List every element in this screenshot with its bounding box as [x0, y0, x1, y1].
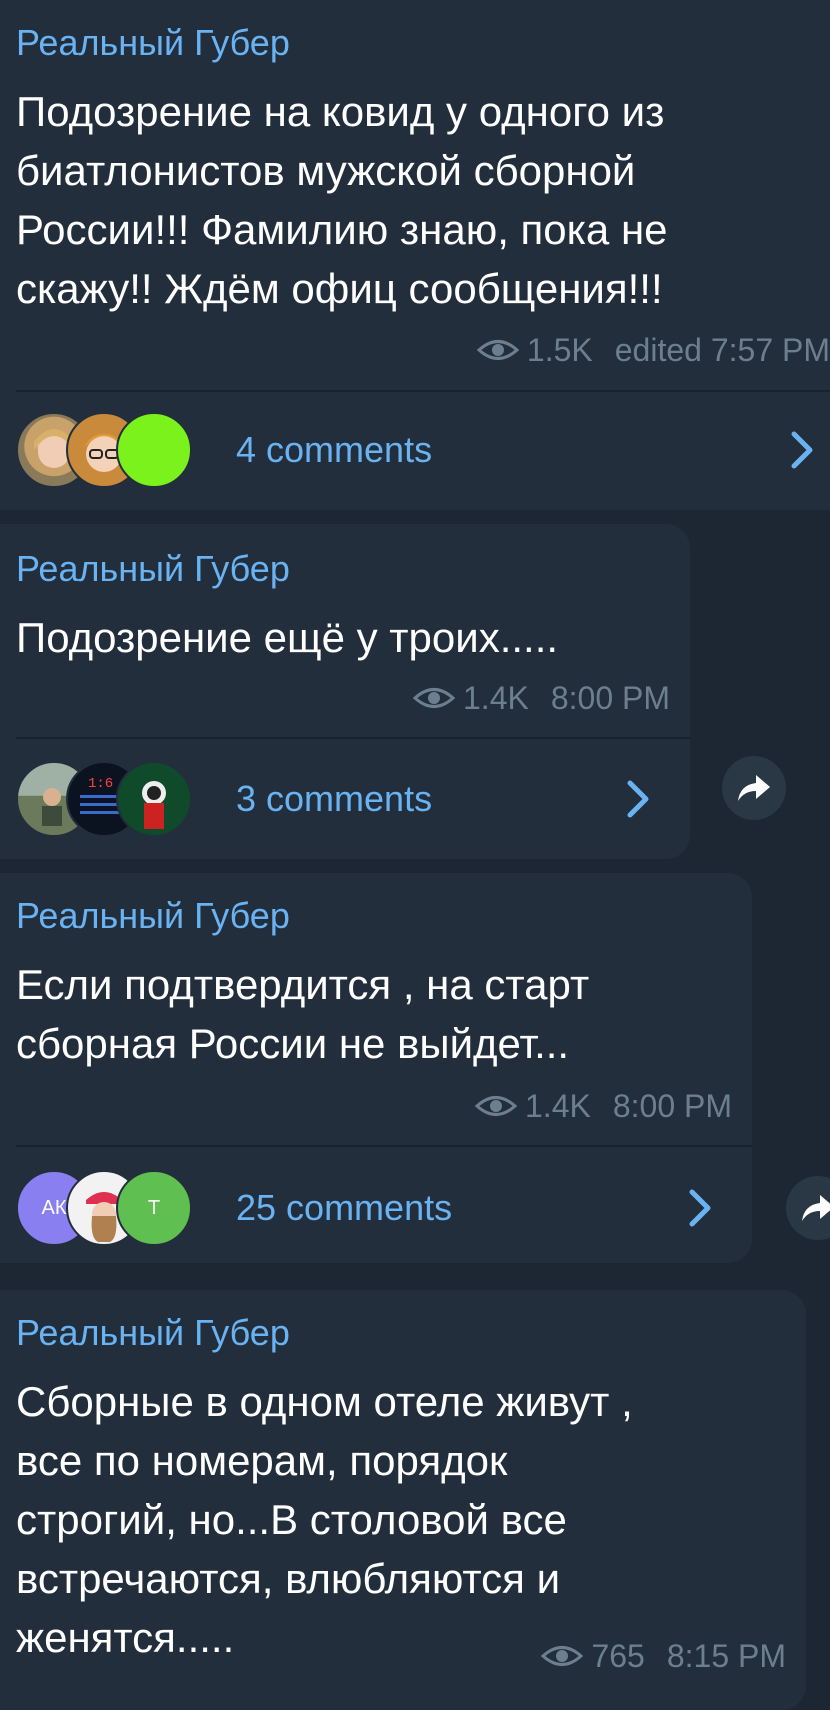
message-meta: 765 8:15 PM — [541, 1637, 786, 1674]
channel-name[interactable]: Реальный Губер — [16, 548, 290, 590]
share-icon — [802, 1195, 830, 1221]
message-meta: 1.4K 8:00 PM — [475, 1087, 732, 1124]
chevron-right-icon[interactable] — [790, 430, 814, 470]
message-text: Подозрение ещё у троих..... — [16, 614, 559, 661]
eye-icon — [541, 1646, 584, 1666]
comments-count[interactable]: 4 comments — [236, 429, 432, 471]
divider — [16, 737, 690, 739]
commenter-avatars — [16, 412, 196, 488]
comments-row[interactable]: 1:6 3 comments — [0, 744, 690, 854]
avatar — [116, 412, 192, 488]
eye-icon — [476, 340, 519, 360]
divider — [16, 390, 830, 392]
message-2[interactable]: Реальный Губер Подозрение ещё у троих...… — [0, 524, 690, 859]
eye-icon — [475, 1096, 517, 1116]
comments-count[interactable]: 25 comments — [236, 1187, 452, 1229]
share-button[interactable] — [786, 1176, 830, 1240]
timestamp: edited 7:57 PM — [614, 331, 830, 368]
message-4[interactable]: Реальный Губер Сборные в одном отеле жив… — [0, 1290, 806, 1710]
share-button[interactable] — [722, 756, 786, 820]
scoreboard-text: 1:6 — [88, 776, 113, 792]
message-1[interactable]: Реальный Губер Подозрение на ковид у одн… — [0, 0, 830, 510]
chevron-right-icon[interactable] — [626, 779, 650, 819]
views-count: 1.5K — [526, 331, 593, 368]
message-3[interactable]: Реальный Губер Если подтвердится , на ст… — [0, 873, 752, 1263]
commenter-avatars: АК Т — [16, 1170, 196, 1246]
message-meta: 1.5K edited 7:57 PM — [476, 331, 830, 368]
views-count: 1.4K — [463, 679, 529, 716]
timestamp: 8:00 PM — [612, 1087, 732, 1124]
comments-count[interactable]: 3 comments — [236, 778, 432, 820]
message-text: Сборные в одном отеле живут , все по ном… — [16, 1378, 633, 1661]
channel-name[interactable]: Реальный Губер — [16, 1312, 290, 1354]
comments-row[interactable]: АК Т 25 comments — [0, 1153, 752, 1263]
channel-name[interactable]: Реальный Губер — [16, 22, 290, 64]
share-icon — [738, 775, 770, 801]
timestamp: 8:15 PM — [666, 1637, 786, 1674]
timestamp: 8:00 PM — [550, 679, 670, 716]
avatar: Т — [116, 1170, 192, 1246]
message-meta: 1.4K 8:00 PM — [413, 679, 670, 716]
views-count: 1.4K — [525, 1087, 591, 1124]
eye-icon — [413, 688, 455, 708]
views-count: 765 — [591, 1637, 645, 1674]
avatar — [116, 761, 192, 837]
chevron-right-icon[interactable] — [688, 1188, 712, 1228]
comments-row[interactable]: 4 comments — [0, 395, 830, 505]
message-text: Если подтвердится , на старт сборная Рос… — [16, 961, 590, 1067]
channel-name[interactable]: Реальный Губер — [16, 895, 290, 937]
commenter-avatars: 1:6 — [16, 761, 196, 837]
message-text: Подозрение на ковид у одного из биатлони… — [16, 88, 668, 312]
divider — [16, 1145, 752, 1147]
